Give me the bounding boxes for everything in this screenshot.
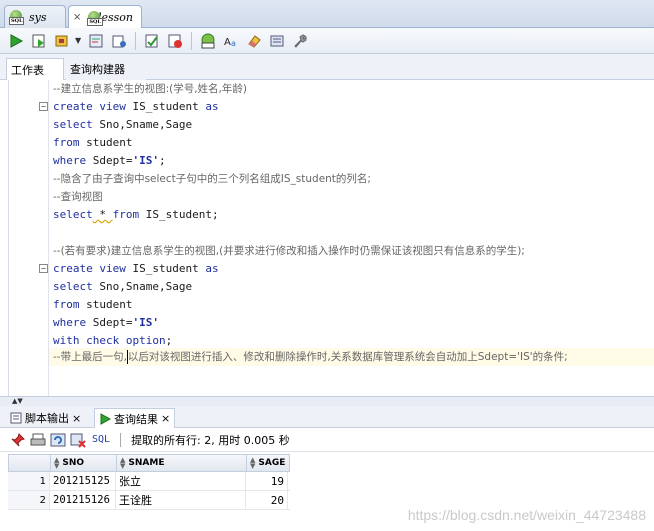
doc-tab-lesson[interactable]: × lesson — [68, 5, 142, 29]
run-script-button[interactable] — [29, 31, 49, 51]
svg-text:a: a — [231, 39, 236, 48]
play-icon — [10, 33, 24, 48]
row-number-header — [9, 455, 51, 471]
output-tab-bar: 脚本输出 × 查询结果 × — [0, 406, 654, 428]
code-line-comment: --带上最后一句,以后对该视图进行插入、修改和删除操作时,关系数据库管理系统会自… — [53, 350, 568, 364]
toolbar-divider — [120, 432, 122, 447]
cell-sname[interactable]: 王诠胜 — [116, 491, 246, 509]
pin-icon[interactable] — [10, 432, 26, 448]
column-header-sno[interactable]: ▲ ▼ SNO — [51, 455, 117, 471]
table-row[interactable]: 1 201215125 张立 19 — [8, 472, 290, 491]
sql-tuning-button[interactable] — [109, 31, 129, 51]
cancel-query-icon[interactable] — [70, 432, 86, 448]
doc-tab-sys[interactable]: sys — [4, 5, 66, 28]
editor-gutter — [9, 80, 49, 396]
explain-plan-button[interactable] — [86, 31, 106, 51]
chevron-down-icon[interactable]: ▼ — [75, 36, 83, 45]
history-icon — [270, 35, 284, 46]
script-output-icon — [10, 412, 22, 424]
eraser-icon — [248, 34, 261, 48]
code-line: select Sno,Sname,Sage — [53, 118, 193, 131]
table-row[interactable]: 2 201215126 王诠胜 20 — [8, 491, 290, 510]
row-number: 2 — [8, 491, 50, 509]
sort-icon: ▲ ▼ — [54, 456, 60, 470]
tab-query-builder[interactable]: 查询构建器 — [66, 58, 146, 80]
tab-worksheet[interactable]: 工作表 — [6, 58, 64, 80]
fetch-status: 提取的所有行: 2, 用时 0.005 秒 — [131, 433, 290, 447]
explain-plan-icon — [89, 34, 103, 47]
refresh-icon[interactable] — [50, 432, 66, 448]
cell-sage[interactable]: 20 — [246, 491, 288, 509]
unshared-worksheet-icon — [201, 33, 215, 48]
column-header-sage[interactable]: ▲ ▼ SAGE — [247, 455, 289, 471]
trace-icon — [55, 35, 68, 46]
close-icon[interactable]: × — [73, 12, 81, 23]
close-icon[interactable]: × — [161, 412, 170, 425]
code-line: where Sdept='IS'; — [53, 154, 166, 167]
cell-sno[interactable]: 201215126 — [50, 491, 116, 509]
play-icon — [100, 412, 111, 425]
sort-icon: ▲ ▼ — [250, 456, 256, 470]
code-line: select Sno,Sname,Sage — [53, 280, 193, 293]
worksheet-tab-bar: 工作表 查询构建器 — [0, 54, 654, 80]
row-number: 1 — [8, 472, 50, 490]
change-case-icon: Aa — [224, 37, 236, 48]
tab-query-result[interactable]: 查询结果 × — [94, 408, 176, 428]
tab-label: 脚本输出 — [25, 412, 69, 425]
code-line-comment: --建立信息系学生的视图:(学号,姓名,年龄) — [53, 83, 247, 95]
svg-text:A: A — [224, 37, 231, 48]
code-line: from student — [53, 136, 133, 149]
commit-button[interactable] — [142, 31, 162, 51]
code-line: create view IS_student as — [53, 262, 219, 275]
sql-button[interactable]: SQL — [92, 434, 110, 445]
commit-icon — [145, 34, 158, 47]
change-case-button[interactable]: Aa — [221, 31, 241, 51]
cell-sno[interactable]: 201215125 — [50, 472, 116, 490]
tab-script-output[interactable]: 脚本输出 × — [6, 408, 85, 428]
sort-icon: ▲ ▼ — [120, 456, 126, 470]
result-grid: ▲ ▼ SNO ▲ ▼ SNAME ▲ ▼ SAGE 1 201215125 张立 19 2… — [8, 454, 290, 510]
editor-toolbar: ▼ Aa — [0, 28, 654, 54]
sql-editor[interactable]: − − --建立信息系学生的视图:(学号,姓名,年龄) create view … — [8, 80, 654, 396]
code-line-comment: --查询视图 — [53, 191, 103, 203]
rollback-icon — [168, 34, 182, 48]
tab-label: 查询结果 — [114, 412, 158, 426]
document-tab-bar: sys × lesson — [0, 0, 654, 29]
sql-history-button[interactable] — [267, 31, 287, 51]
doc-tab-label: sys — [29, 10, 47, 24]
wrench-icon — [294, 33, 307, 48]
run-statement-button[interactable] — [6, 31, 26, 51]
toolbar-divider — [135, 31, 136, 50]
code-line: select * from IS_student; — [53, 208, 219, 221]
rollback-button[interactable] — [165, 31, 185, 51]
close-icon[interactable]: × — [72, 412, 81, 425]
cell-sname[interactable]: 张立 — [116, 472, 246, 490]
doc-tab-label: lesson — [97, 11, 133, 24]
unshared-sql-button[interactable] — [198, 31, 218, 51]
cell-sage[interactable]: 19 — [246, 472, 288, 490]
code-line-comment: --隐含了由子查询中select子句中的三个列名组成IS_student的列名; — [53, 173, 371, 185]
code-line: from student — [53, 298, 133, 311]
clear-button[interactable] — [244, 31, 264, 51]
toolbar-divider — [191, 31, 192, 50]
watermark: https://blog.csdn.net/weixin_44723488 — [407, 507, 646, 523]
autotrace-button[interactable] — [52, 31, 72, 51]
result-toolbar: SQL 提取的所有行: 2, 用时 0.005 秒 — [0, 428, 654, 452]
tools-button[interactable] — [290, 31, 310, 51]
print-icon[interactable] — [30, 432, 46, 448]
run-script-icon — [32, 34, 45, 47]
code-line-comment: --(若有要求)建立信息系学生的视图,(并要求进行修改和插入操作时仍需保证该视图… — [53, 245, 525, 257]
database-icon — [87, 10, 102, 26]
panel-splitter[interactable]: ▲▼ — [0, 396, 654, 406]
fold-toggle[interactable]: − — [39, 102, 48, 111]
database-icon — [9, 10, 25, 25]
column-header-sname[interactable]: ▲ ▼ SNAME — [117, 455, 247, 471]
fold-toggle[interactable]: − — [39, 264, 48, 273]
code-line: where Sdept='IS' — [53, 316, 159, 329]
code-line: create view IS_student as — [53, 100, 219, 113]
grid-header: ▲ ▼ SNO ▲ ▼ SNAME ▲ ▼ SAGE — [8, 454, 290, 472]
tuning-icon — [112, 35, 126, 47]
collapse-arrows-icon[interactable]: ▲▼ — [12, 397, 23, 405]
